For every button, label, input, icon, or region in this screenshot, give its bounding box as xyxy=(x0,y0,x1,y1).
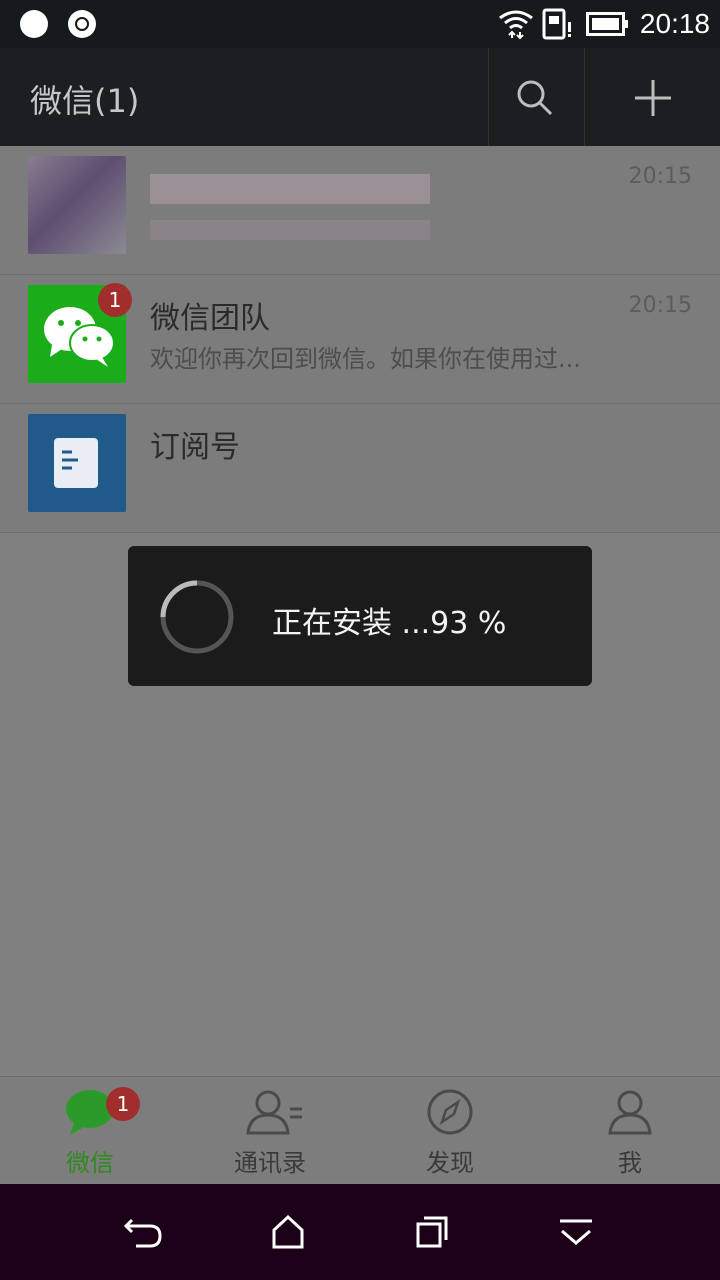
status-clock: 20:18 xyxy=(639,8,710,39)
unread-badge: 1 xyxy=(106,1087,140,1121)
message-time: 20:15 xyxy=(628,293,692,318)
app-bar: 微信(1) xyxy=(0,48,720,146)
blurred-message xyxy=(150,220,430,240)
recent-apps-icon xyxy=(416,1216,448,1248)
install-progress-dialog: 正在安装 ...93 % xyxy=(128,546,592,686)
recent-apps-button[interactable] xyxy=(360,1184,504,1280)
conversation-row[interactable]: 1 微信团队 20:15 欢迎你再次回到微信。如果你在使用过... xyxy=(0,275,720,404)
compass-icon xyxy=(427,1089,473,1135)
avatar xyxy=(28,156,126,254)
loading-spinner-icon xyxy=(160,580,234,654)
plus-icon xyxy=(635,80,671,116)
sim-alert-icon xyxy=(542,8,571,40)
tab-label: 发现 xyxy=(426,1149,474,1177)
system-nav-bar xyxy=(0,1184,720,1280)
tab-label: 我 xyxy=(618,1149,642,1177)
tab-discover[interactable]: 发现 xyxy=(360,1077,540,1181)
search-icon xyxy=(517,80,553,116)
tab-label: 通讯录 xyxy=(234,1149,306,1177)
progress-text: 正在安装 ...93 % xyxy=(272,606,507,641)
notification-dot-icon xyxy=(20,10,48,38)
hide-nav-button[interactable] xyxy=(504,1184,648,1280)
message-preview: 欢迎你再次回到微信。如果你在使用过... xyxy=(150,345,581,373)
conversation-name: 订阅号 xyxy=(150,430,240,465)
conversation-row[interactable]: 20:15 xyxy=(0,146,720,275)
profile-icon xyxy=(608,1090,652,1135)
add-button[interactable] xyxy=(585,48,720,146)
conversation-name: 微信团队 xyxy=(150,301,270,336)
bottom-tab-bar: 1 微信 通讯录 发现 我 xyxy=(0,1076,720,1181)
home-button[interactable] xyxy=(216,1184,360,1280)
home-icon xyxy=(272,1214,304,1249)
tab-me[interactable]: 我 xyxy=(540,1077,720,1181)
page-title: 微信(1) xyxy=(30,82,140,120)
blurred-name xyxy=(150,174,430,204)
back-button[interactable] xyxy=(72,1184,216,1280)
search-button[interactable] xyxy=(489,48,583,146)
sync-notification-icon xyxy=(68,10,96,38)
status-bar: 20:18 xyxy=(0,0,720,48)
tab-contacts[interactable]: 通讯录 xyxy=(180,1077,360,1181)
tab-wechat[interactable]: 1 微信 xyxy=(0,1077,180,1181)
conversation-row[interactable]: 订阅号 xyxy=(0,404,720,533)
avatar xyxy=(28,414,126,512)
wifi-icon xyxy=(499,10,533,40)
subscription-icon xyxy=(54,438,98,488)
battery-icon xyxy=(586,12,628,36)
back-icon xyxy=(124,1218,162,1248)
chevron-down-icon xyxy=(560,1219,592,1245)
message-time: 20:15 xyxy=(628,164,692,189)
tab-label: 微信 xyxy=(66,1149,114,1177)
unread-badge: 1 xyxy=(98,283,132,317)
contacts-icon xyxy=(246,1090,302,1135)
